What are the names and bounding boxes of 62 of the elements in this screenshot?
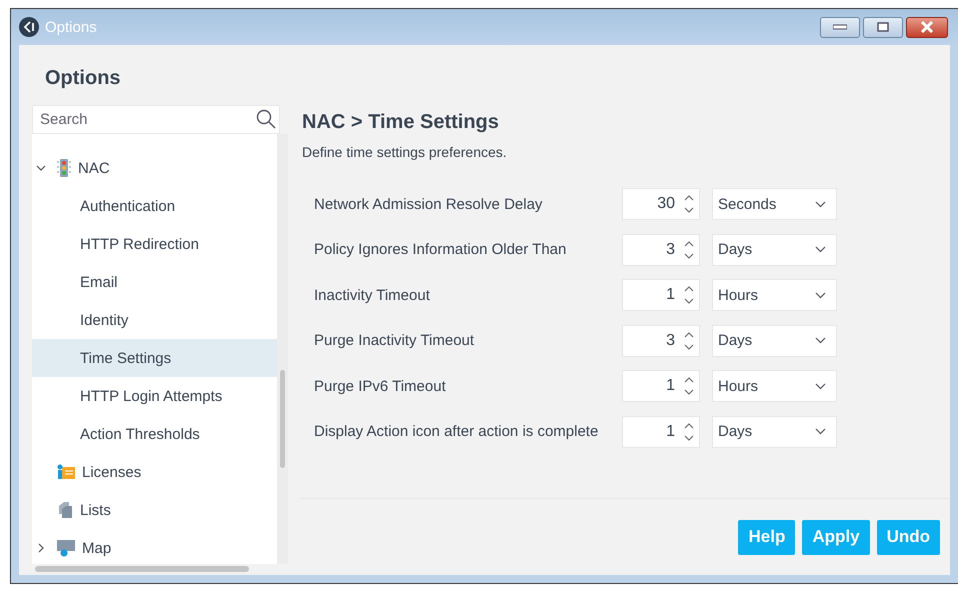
chevron-down-icon[interactable] <box>36 163 46 173</box>
tree-item[interactable]: HTTP Login Attempts <box>32 377 277 415</box>
scrollbar-thumb[interactable] <box>35 566 249 572</box>
licenses-icon <box>56 463 76 481</box>
maximize-button[interactable] <box>863 16 903 38</box>
unit-dropdown[interactable]: Days <box>712 234 837 266</box>
setting-label: Purge IPv6 Timeout <box>314 378 447 395</box>
minimize-button[interactable] <box>820 16 860 38</box>
spin-arrows-icon[interactable] <box>684 240 694 260</box>
setting-label: Display Action icon after action is complete <box>314 423 600 440</box>
number-spinner[interactable]: 1 <box>622 416 700 448</box>
tree-item[interactable]: HTTP Redirection <box>32 225 277 263</box>
chevron-down-icon[interactable] <box>815 428 826 436</box>
number-spinner[interactable]: 1 <box>622 370 700 402</box>
setting-label: Network Admission Resolve Delay <box>314 196 544 212</box>
section-title: NAC > Time Settings <box>301 110 500 134</box>
unit-dropdown[interactable]: Days <box>712 324 837 357</box>
setting-label: Policy Ignores Information Older Than <box>314 241 568 258</box>
search-field[interactable]: Search <box>32 105 280 134</box>
tree-item[interactable]: Identity <box>32 301 277 339</box>
close-button[interactable] <box>906 16 948 38</box>
spin-arrows-icon[interactable] <box>684 376 694 396</box>
chevron-down-icon[interactable] <box>815 382 826 390</box>
section-description: Define time settings preferences. <box>302 144 508 160</box>
tree-item[interactable]: Action Thresholds <box>32 415 277 453</box>
unit-dropdown[interactable]: Days <box>712 416 837 448</box>
number-spinner[interactable]: 3 <box>622 234 700 266</box>
documents-icon <box>56 501 74 519</box>
tree-item[interactable]: Authentication <box>32 187 277 225</box>
chevron-down-icon[interactable] <box>815 337 826 344</box>
spin-arrows-icon[interactable] <box>684 285 694 306</box>
number-spinner[interactable]: 1 <box>622 279 700 312</box>
spin-arrows-icon[interactable] <box>684 194 694 214</box>
unit-dropdown[interactable]: Hours <box>712 370 837 402</box>
chevron-down-icon[interactable] <box>815 246 826 254</box>
number-spinner[interactable]: 3 <box>622 324 700 357</box>
unit-dropdown[interactable]: Hours <box>712 279 837 312</box>
tree-item[interactable]: Licenses <box>32 453 277 491</box>
tree-item[interactable]: NAC <box>32 149 277 187</box>
spin-arrows-icon[interactable] <box>684 422 694 442</box>
close-icon <box>920 21 934 33</box>
chevron-down-icon[interactable] <box>815 200 826 208</box>
unit-dropdown[interactable]: Seconds <box>712 188 837 220</box>
spin-arrows-icon[interactable] <box>684 330 694 351</box>
tree-item[interactable]: Email <box>32 263 277 301</box>
search-icon[interactable] <box>256 109 276 129</box>
setting-label: Inactivity Timeout <box>314 286 431 304</box>
minimize-icon <box>833 24 847 30</box>
number-spinner[interactable]: 30 <box>622 188 700 220</box>
traffic-light-icon <box>56 158 72 178</box>
app-logo-icon <box>19 17 39 37</box>
tree-item[interactable]: Time Settings <box>32 339 277 377</box>
monitor-icon <box>56 539 76 557</box>
tree-item[interactable]: Map <box>32 529 277 567</box>
setting-label: Purge Inactivity Timeout <box>314 332 476 350</box>
dialog-heading: Options <box>44 66 122 91</box>
chevron-down-icon[interactable] <box>815 292 826 299</box>
maximize-icon <box>877 22 889 32</box>
scrollbar-thumb[interactable] <box>280 370 285 468</box>
chevron-right-icon[interactable] <box>36 543 46 553</box>
window-title: Options <box>45 18 97 36</box>
tree-item[interactable]: Lists <box>32 491 277 529</box>
